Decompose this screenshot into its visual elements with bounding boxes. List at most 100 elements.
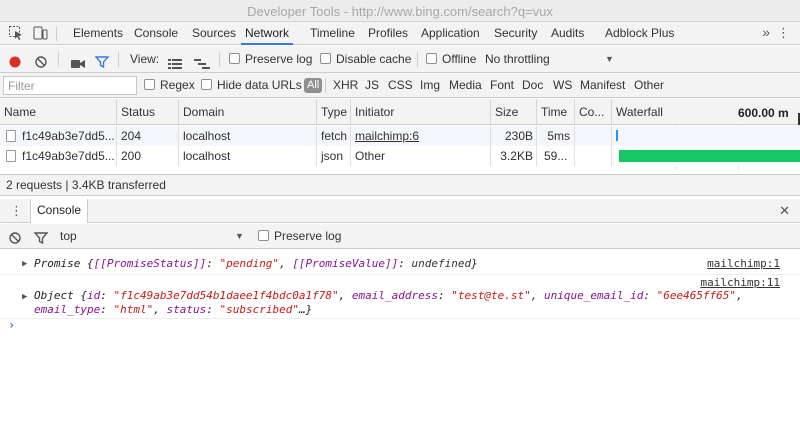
video-camera-icon[interactable]: [70, 53, 86, 68]
toolbar-divider: [58, 52, 59, 67]
console-preserve-log-checkbox[interactable]: Preserve log: [258, 224, 341, 249]
tab-timeline[interactable]: Timeline: [310, 22, 355, 45]
column-size[interactable]: Size: [491, 99, 537, 125]
waterfall-view-icon[interactable]: [194, 53, 210, 69]
drawer-menu-icon[interactable]: ⋮: [10, 203, 23, 219]
waterfall-bar: [616, 130, 618, 141]
preserve-log-checkbox[interactable]: Preserve log: [229, 46, 312, 73]
expand-arrow-icon[interactable]: ▶: [22, 256, 27, 272]
request-type: json: [317, 146, 351, 166]
table-row[interactable]: f1c49ab3e7dd5... 204 localhost fetch mai…: [0, 126, 800, 146]
preserve-log-label: Preserve log: [274, 229, 342, 243]
disable-cache-checkbox[interactable]: Disable cache: [320, 46, 411, 73]
tab-application[interactable]: Application: [421, 22, 480, 45]
large-rows-icon[interactable]: [168, 53, 182, 69]
column-initiator[interactable]: Initiator: [351, 99, 491, 125]
column-connection[interactable]: Co...: [575, 99, 612, 125]
console-message[interactable]: ▶ Promise {[[PromiseStatus]]: "pending",…: [0, 256, 800, 272]
preserve-log-label: Preserve log: [245, 52, 313, 66]
filter-type-js[interactable]: JS: [365, 73, 379, 98]
kebab-menu-icon[interactable]: ⋮: [777, 25, 790, 41]
request-name: f1c49ab3e7dd5...: [22, 149, 115, 163]
log-key: [[PromiseValue]]: [292, 257, 399, 270]
column-time[interactable]: Time: [537, 99, 575, 125]
tab-sources[interactable]: Sources: [192, 22, 236, 45]
toolbar-divider: [417, 52, 418, 67]
filter-type-manifest[interactable]: Manifest: [580, 73, 625, 98]
record-icon[interactable]: [8, 52, 22, 68]
filter-type-img[interactable]: Img: [420, 73, 440, 98]
tab-elements[interactable]: Elements: [73, 22, 123, 45]
filter-icon[interactable]: [33, 229, 49, 245]
request-initiator-link[interactable]: mailchimp:6: [351, 126, 491, 146]
filter-icon[interactable]: [94, 52, 110, 69]
console-message[interactable]: ▶ Object {id: "f1c49ab3e7dd54b1daee1f4bd…: [0, 289, 800, 321]
column-name[interactable]: Name: [0, 99, 117, 125]
log-text: Object {: [34, 289, 87, 302]
tab-adblock-plus[interactable]: Adblock Plus: [605, 22, 674, 45]
devtools-tabbar: Elements Console Sources Network Timelin…: [0, 22, 800, 45]
throttling-select[interactable]: No throttling ▼: [485, 46, 614, 73]
column-status[interactable]: Status: [117, 99, 179, 125]
log-punct: ,: [279, 257, 293, 270]
inspect-element-icon[interactable]: [8, 25, 24, 41]
request-time: 5ms: [537, 126, 575, 146]
tab-network[interactable]: Network: [241, 22, 294, 45]
window-titlebar: Developer Tools - http://www.bing.com/se…: [0, 0, 800, 22]
filter-type-font[interactable]: Font: [490, 73, 514, 98]
console-prompt-icon[interactable]: ›: [8, 318, 15, 332]
log-value: "test@te.st": [451, 289, 531, 302]
expand-arrow-icon[interactable]: ▶: [22, 290, 27, 304]
tab-security[interactable]: Security: [494, 22, 537, 45]
drawer-tab-console[interactable]: Console: [30, 199, 89, 223]
request-domain: localhost: [179, 126, 317, 146]
console-output: ▶ Promise {[[PromiseStatus]]: "pending",…: [0, 250, 800, 423]
console-toolbar: top ▼ Preserve log: [0, 224, 800, 249]
log-key: [[PromiseStatus]]: [93, 257, 207, 270]
request-status: 204: [117, 126, 179, 146]
clear-console-icon[interactable]: [8, 229, 22, 244]
tab-console[interactable]: Console: [134, 22, 178, 45]
log-value: "subscribed": [219, 303, 299, 316]
hide-data-urls-label: Hide data URLs: [217, 78, 302, 92]
context-value: top: [60, 229, 77, 243]
context-select[interactable]: top ▼: [60, 224, 244, 249]
filter-type-media[interactable]: Media: [449, 73, 482, 98]
tab-audits[interactable]: Audits: [551, 22, 584, 45]
table-row[interactable]: f1c49ab3e7dd5... 200 localhost json Othe…: [0, 146, 800, 166]
toolbar-divider: [325, 78, 326, 93]
log-value: "html": [113, 303, 154, 316]
network-toolbar: View: Preserve log Disable cache Offline…: [0, 46, 800, 73]
clear-icon[interactable]: [34, 52, 48, 68]
log-key: unique_email_id: [543, 289, 644, 302]
network-summary: 2 requests | 3.4KB transferred: [0, 174, 800, 196]
toolbar-divider: [219, 52, 220, 67]
filter-type-css[interactable]: CSS: [388, 73, 413, 98]
waterfall-scale-label: 600.00 m: [738, 106, 789, 120]
request-connection: [575, 126, 612, 146]
source-link[interactable]: mailchimp:1: [707, 256, 780, 272]
view-label: View:: [130, 52, 160, 66]
column-type[interactable]: Type: [317, 99, 351, 125]
offline-checkbox[interactable]: Offline: [426, 46, 476, 73]
request-type: fetch: [317, 126, 351, 146]
toolbar-divider: [56, 26, 57, 41]
filter-type-all[interactable]: All: [304, 78, 323, 93]
hide-data-urls-checkbox[interactable]: Hide data URLs: [201, 73, 302, 98]
tab-profiles[interactable]: Profiles: [368, 22, 408, 45]
document-icon: [6, 150, 16, 162]
column-domain[interactable]: Domain: [179, 99, 317, 125]
filter-type-xhr[interactable]: XHR: [333, 73, 358, 98]
close-icon[interactable]: ✕: [779, 203, 790, 219]
filter-type-other[interactable]: Other: [634, 73, 664, 98]
console-input[interactable]: [22, 318, 792, 336]
device-toolbar-icon[interactable]: [32, 25, 48, 41]
more-tabs-icon[interactable]: »: [762, 24, 770, 40]
filter-type-ws[interactable]: WS: [553, 73, 572, 98]
log-punct: :: [398, 257, 412, 270]
request-domain: localhost: [179, 146, 317, 166]
filter-type-doc[interactable]: Doc: [522, 73, 543, 98]
filter-input[interactable]: [3, 76, 137, 95]
regex-checkbox[interactable]: Regex: [144, 73, 195, 98]
offline-label: Offline: [442, 52, 477, 66]
